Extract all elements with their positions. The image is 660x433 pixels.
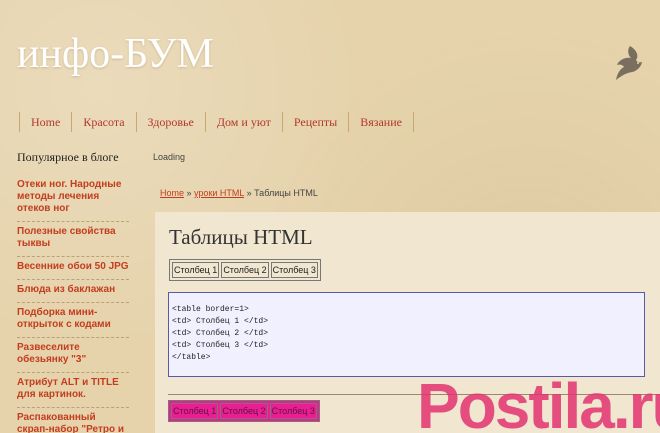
- table-cell: Столбец 2: [220, 403, 268, 419]
- table-cell: Столбец 3: [269, 403, 317, 419]
- nav-recepty[interactable]: Рецепты: [281, 112, 348, 132]
- breadcrumb-separator: »: [184, 188, 195, 198]
- main-nav: Home Красота Здоровье Дом и уют Рецепты …: [19, 112, 414, 132]
- sidebar-heading: Популярное в блоге: [17, 150, 119, 164]
- sidebar-link-tykva[interactable]: Полезные свойства тыквы: [17, 222, 129, 257]
- sidebar-link-oteki[interactable]: Отеки ног. Народные методы лечения отеко…: [17, 175, 129, 222]
- table-cell: Столбец 1: [171, 403, 219, 419]
- breadcrumb: Home » уроки HTML » Таблицы HTML: [160, 188, 318, 198]
- nav-dom-i-uyut[interactable]: Дом и уют: [204, 112, 282, 132]
- breadcrumb-home[interactable]: Home: [160, 188, 184, 198]
- nav-home[interactable]: Home: [19, 112, 71, 132]
- sidebar-link-baklazhan[interactable]: Блюда из баклажан: [17, 280, 129, 303]
- breadcrumb-section[interactable]: уроки HTML: [194, 188, 244, 198]
- sidebar-link-obezyanka[interactable]: Развеселите обезьянку "3": [17, 338, 129, 373]
- nav-zdorovie[interactable]: Здоровье: [135, 112, 205, 132]
- dove-icon: [616, 46, 642, 80]
- table-cell: Столбец 1: [172, 262, 220, 278]
- code-sample[interactable]: <table border=1> <td> Столбец 1 </td> <t…: [168, 292, 645, 377]
- table-cell: Столбец 2: [221, 262, 269, 278]
- loading-text: Loading: [153, 152, 186, 162]
- code-line: <td> Столбец 2 </td>: [172, 329, 269, 338]
- table-row: Столбец 1 Столбец 2 Столбец 3: [171, 403, 317, 419]
- sidebar-popular: Популярное в блоге Отеки ног. Народные м…: [17, 150, 129, 433]
- watermark-text: Postila.ru: [417, 372, 660, 433]
- code-line: <td> Столбец 3 </td>: [172, 341, 269, 350]
- page-title: Таблицы HTML: [169, 225, 313, 249]
- breadcrumb-separator: »: [244, 188, 255, 198]
- example-table: Столбец 1 Столбец 2 Столбец 3: [169, 259, 321, 281]
- sidebar-link-skrap[interactable]: Распакованный скрап-набор "Ретро и винта…: [17, 408, 129, 433]
- postila-watermark-logo: Postila.ru: [417, 372, 660, 433]
- nav-vyazanie[interactable]: Вязание: [348, 112, 414, 132]
- sidebar-link-otkrytki[interactable]: Подборка мини-открыток с кодами: [17, 303, 129, 338]
- sidebar-link-oboi[interactable]: Весенние обои 50 JPG: [17, 257, 129, 280]
- pink-example-table: Столбец 1 Столбец 2 Столбец 3: [168, 400, 320, 422]
- table-row: Столбец 1 Столбец 2 Столбец 3: [172, 262, 318, 278]
- table-cell: Столбец 3: [270, 262, 318, 278]
- breadcrumb-current: Таблицы HTML: [254, 188, 318, 198]
- site-title[interactable]: инфо-БУМ: [17, 30, 214, 78]
- code-line: <td> Столбец 1 </td>: [172, 317, 269, 326]
- nav-krasota[interactable]: Красота: [71, 112, 135, 132]
- code-line: </table>: [172, 353, 211, 362]
- code-line: <table border=1>: [172, 305, 249, 314]
- sidebar-link-alt-title[interactable]: Атрибут ALT и TITLE для картинок.: [17, 373, 129, 408]
